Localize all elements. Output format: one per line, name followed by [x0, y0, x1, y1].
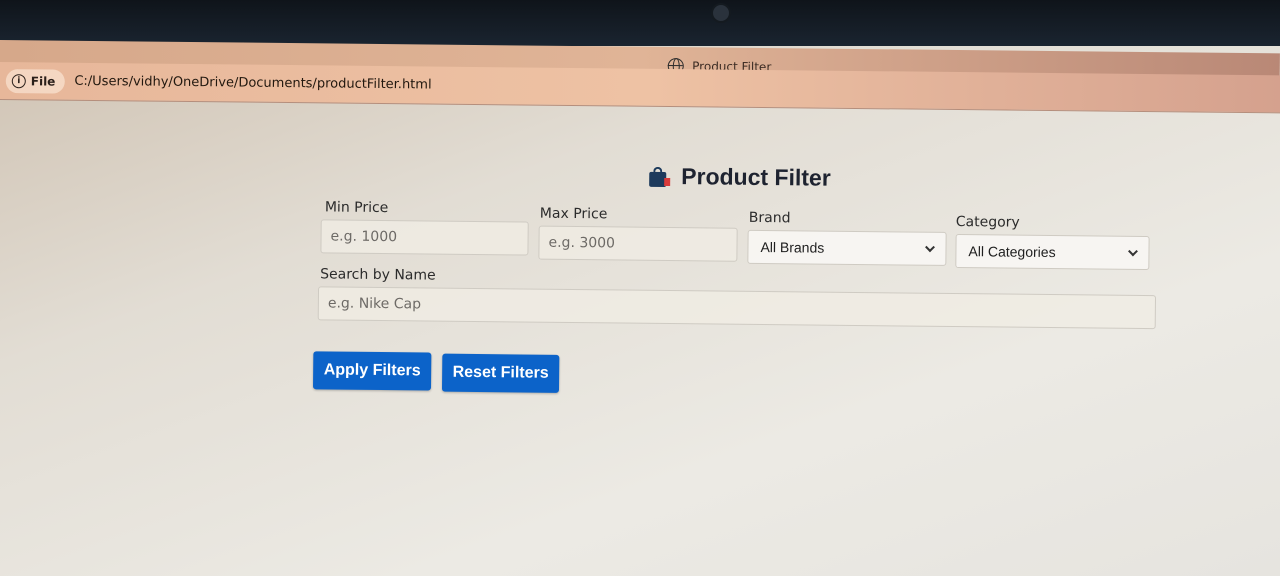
min-price-label: Min Price — [324, 199, 389, 217]
max-price-placeholder: e.g. 3000 — [548, 234, 616, 252]
file-chip-label: File — [30, 73, 56, 89]
category-label: Category — [955, 214, 1020, 231]
search-placeholder: e.g. Nike Cap — [327, 295, 422, 313]
category-select[interactable]: All Categories — [955, 234, 1150, 271]
search-label: Search by Name — [320, 266, 436, 284]
chevron-down-icon — [925, 241, 935, 252]
min-price-input[interactable]: e.g. 1000 — [320, 219, 529, 256]
search-input[interactable]: e.g. Nike Cap — [317, 286, 1157, 330]
info-icon: i — [11, 73, 26, 88]
page-title: Product Filter — [681, 163, 831, 191]
min-price-placeholder: e.g. 1000 — [330, 228, 398, 246]
max-price-input[interactable]: e.g. 3000 — [538, 225, 738, 262]
site-info-button[interactable]: i File — [5, 68, 65, 94]
category-selected: All Categories — [968, 243, 1056, 261]
apply-filters-button[interactable]: Apply Filters — [312, 351, 432, 391]
brand-select[interactable]: All Brands — [747, 229, 947, 266]
laptop-bezel — [0, 0, 1280, 46]
brand-label: Brand — [748, 209, 791, 227]
url-text[interactable]: C:/Users/vidhy/OneDrive/Documents/produc… — [74, 74, 431, 93]
shopping-bag-icon — [649, 166, 671, 187]
chevron-down-icon — [1128, 245, 1138, 256]
page-content: Product Filter Min Price e.g. 1000 Max P… — [0, 100, 1280, 576]
reset-filters-button[interactable]: Reset Filters — [441, 353, 560, 393]
page-heading: Product Filter — [649, 163, 831, 192]
webcam — [711, 3, 731, 23]
max-price-label: Max Price — [539, 205, 608, 223]
brand-selected: All Brands — [760, 238, 825, 256]
